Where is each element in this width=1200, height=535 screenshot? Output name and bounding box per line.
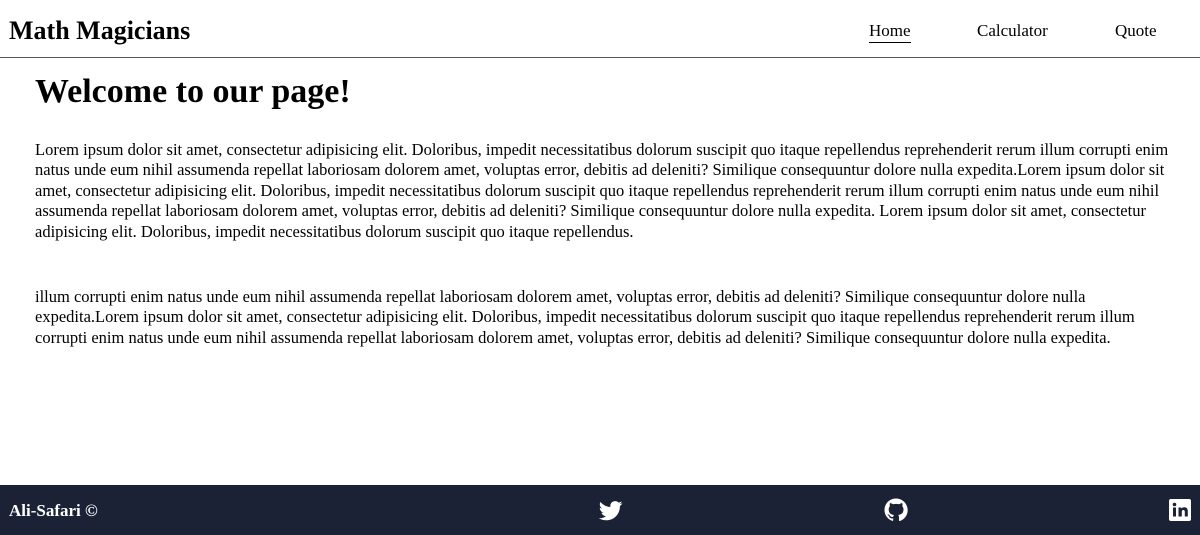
page-title: Welcome to our page! <box>35 73 351 110</box>
navbar: Math Magicians Home Calculator Quote <box>0 0 1200 58</box>
nav-link-quote[interactable]: Quote <box>1115 20 1157 42</box>
linkedin-icon[interactable] <box>1168 498 1192 522</box>
twitter-icon[interactable] <box>598 498 623 522</box>
second-paragraph: illum corrupti enim natus unde eum nihil… <box>35 287 1135 347</box>
github-icon[interactable] <box>884 498 908 522</box>
main-content: Welcome to our page! Lorem ipsum dolor s… <box>35 72 1175 347</box>
footer: Ali-Safari © <box>0 485 1200 535</box>
nav-links: Home Calculator Quote <box>0 20 1200 44</box>
page: Math Magicians Home Calculator Quote Wel… <box>0 0 1200 535</box>
footer-author: Ali-Safari © <box>9 501 98 520</box>
intro-paragraph: Lorem ipsum dolor sit amet, consectetur … <box>35 140 1169 241</box>
nav-link-home[interactable]: Home <box>869 20 911 43</box>
nav-link-calculator[interactable]: Calculator <box>977 20 1048 42</box>
